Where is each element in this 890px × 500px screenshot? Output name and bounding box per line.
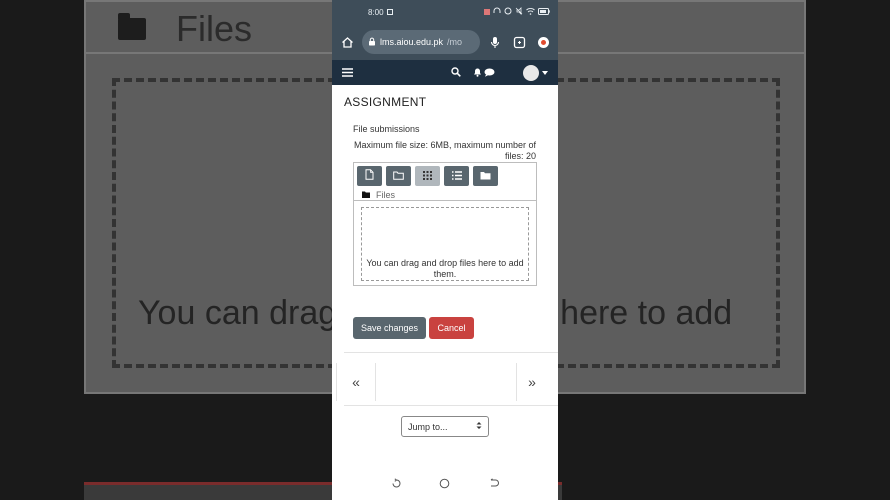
wifi-icon xyxy=(526,7,535,17)
grid-icon xyxy=(423,167,432,185)
chat-icon[interactable] xyxy=(484,64,495,82)
search-icon[interactable] xyxy=(451,64,461,82)
microphone-icon[interactable] xyxy=(486,33,504,51)
url-path: /mo xyxy=(447,37,463,47)
activity-navigation: « » xyxy=(336,363,547,401)
cancel-button[interactable]: Cancel xyxy=(429,317,474,339)
status-time: 8:00 xyxy=(368,7,384,17)
max-file-info: Maximum file size: 6MB, maximum number o… xyxy=(353,140,536,161)
phone-screen: 8:00 lms.aiou.edu.pk /mo ASSIGNMENT File… xyxy=(332,0,558,500)
select-arrows-icon xyxy=(476,421,482,432)
previous-activity-button[interactable]: « xyxy=(337,363,376,401)
folder-icon xyxy=(480,167,491,185)
divider xyxy=(344,352,558,353)
mute-icon xyxy=(515,7,523,17)
jump-to-select[interactable]: Jump to... xyxy=(401,416,489,437)
url-host: lms.aiou.edu.pk xyxy=(380,37,444,47)
drop-zone[interactable]: You can drag and drop files here to add … xyxy=(361,207,529,281)
back-icon[interactable] xyxy=(488,476,500,494)
notification-icon xyxy=(386,9,393,15)
drop-zone-text: You can drag and drop files here to add … xyxy=(366,258,524,279)
home-circle-icon[interactable] xyxy=(439,476,450,494)
app-notification-icon xyxy=(484,9,490,15)
file-manager-toolbar xyxy=(357,166,498,186)
list-icon xyxy=(451,167,462,185)
background-files-label: Files xyxy=(176,8,253,49)
home-icon[interactable] xyxy=(338,33,356,51)
lock-icon xyxy=(368,37,376,48)
double-chevron-left-icon: « xyxy=(352,374,360,390)
file-submissions-label: File submissions xyxy=(353,124,420,134)
site-navbar xyxy=(332,60,558,85)
add-file-button[interactable] xyxy=(357,166,382,186)
user-menu[interactable] xyxy=(523,64,548,81)
file-icon xyxy=(365,167,374,185)
create-folder-button[interactable] xyxy=(386,166,411,186)
browser-menu-icon[interactable] xyxy=(534,33,552,51)
file-manager: Files You can drag and drop files here t… xyxy=(353,162,537,286)
browser-toolbar: lms.aiou.edu.pk/mo xyxy=(332,24,558,60)
jump-to-label: Jump to... xyxy=(408,421,448,432)
view-icons-button[interactable] xyxy=(415,166,440,186)
recent-apps-icon[interactable] xyxy=(391,476,402,494)
hamburger-menu-icon[interactable] xyxy=(342,64,353,82)
double-chevron-right-icon: » xyxy=(528,374,536,390)
divider xyxy=(344,405,558,406)
bell-icon[interactable] xyxy=(473,64,482,82)
alarm-icon xyxy=(504,7,512,17)
system-navigation-bar xyxy=(332,470,558,500)
main-content: ASSIGNMENT File submissions Maximum file… xyxy=(332,85,558,470)
save-changes-button[interactable]: Save changes xyxy=(353,317,426,339)
battery-icon xyxy=(538,7,550,17)
breadcrumb-files[interactable]: Files xyxy=(376,190,395,200)
status-bar: 8:00 xyxy=(332,0,558,24)
url-bar[interactable]: lms.aiou.edu.pk/mo xyxy=(362,30,480,54)
headphones-icon xyxy=(493,7,501,17)
page-title: ASSIGNMENT xyxy=(344,95,427,109)
background-folder-icon xyxy=(118,13,146,40)
view-tree-button[interactable] xyxy=(473,166,498,186)
avatar xyxy=(523,64,539,81)
view-list-button[interactable] xyxy=(444,166,469,186)
next-activity-button[interactable]: » xyxy=(516,363,547,401)
folder-outline-icon xyxy=(393,167,404,185)
breadcrumb: Files xyxy=(362,190,395,200)
chevron-down-icon xyxy=(542,70,548,75)
divider xyxy=(354,200,536,201)
tab-switcher-icon[interactable] xyxy=(510,33,528,51)
folder-icon xyxy=(362,190,370,200)
